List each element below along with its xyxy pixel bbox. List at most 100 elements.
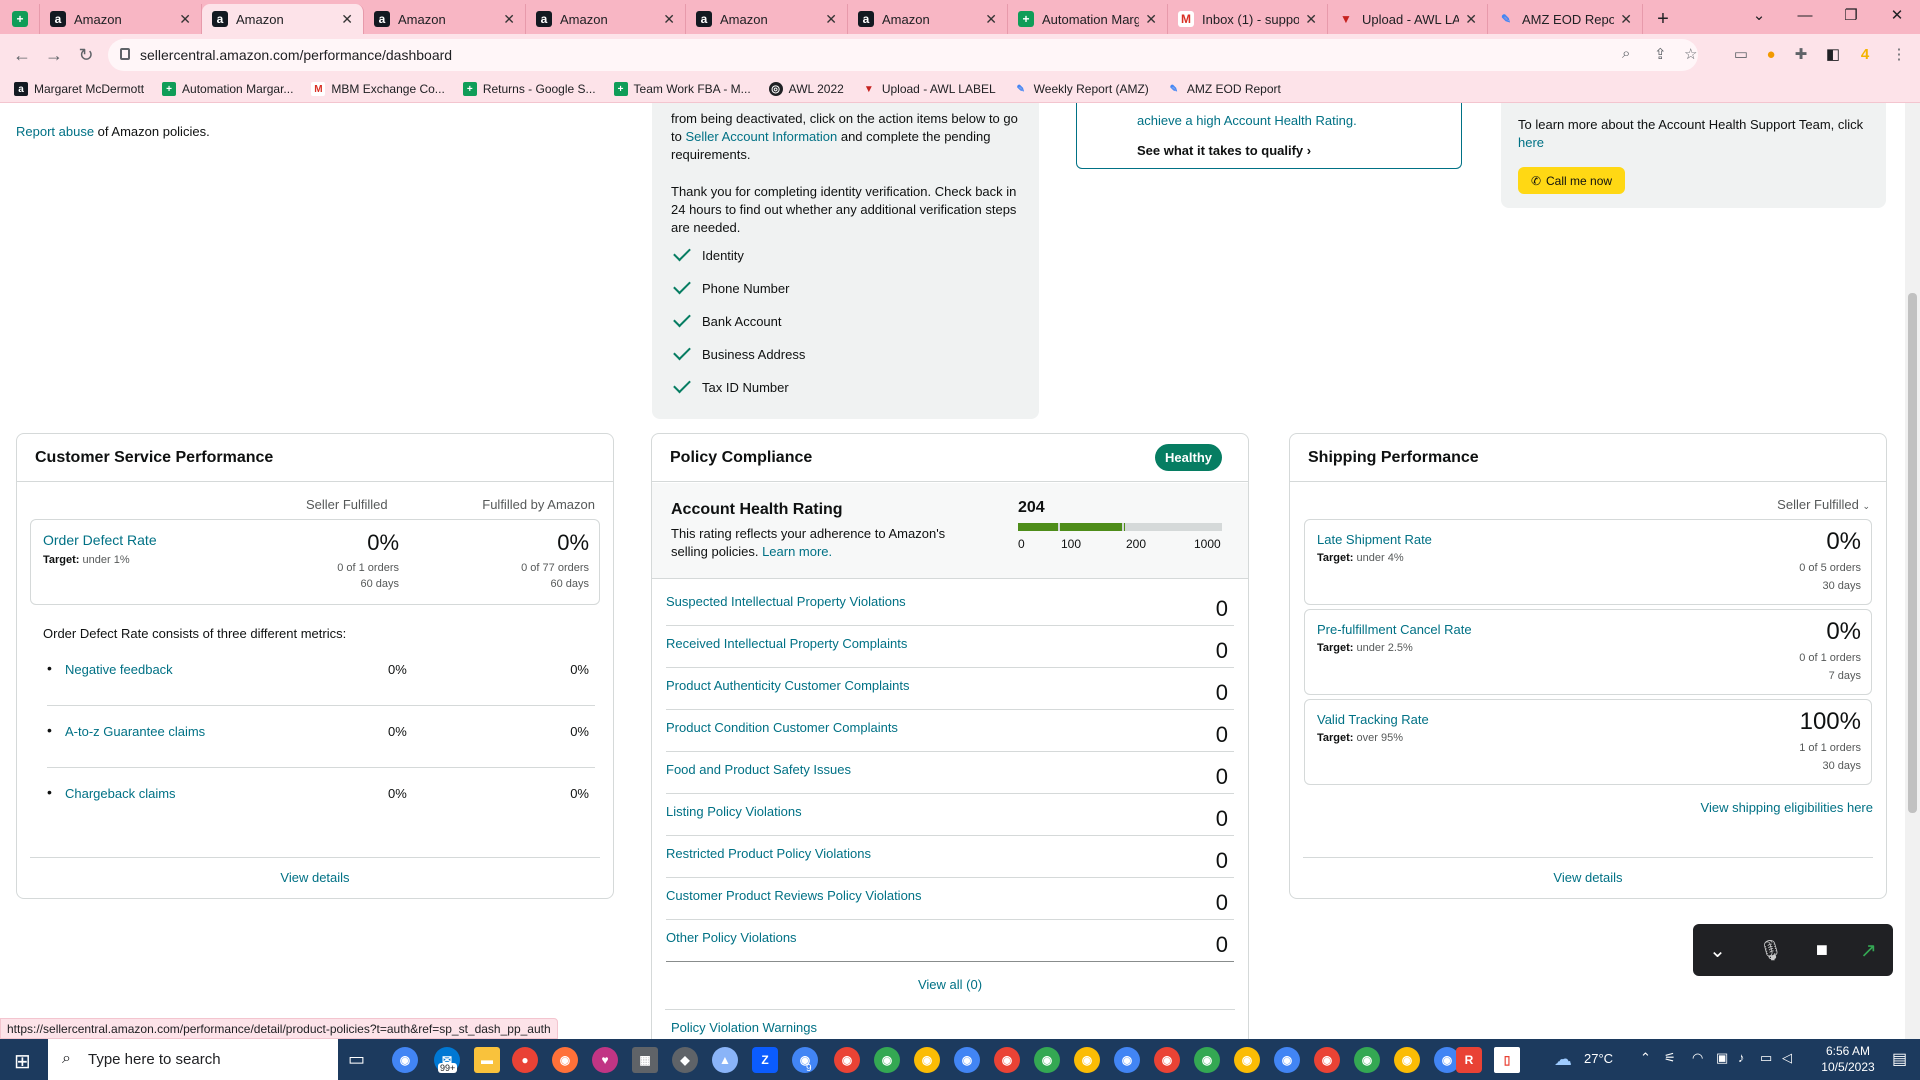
close-icon[interactable]: ✕ [1620,11,1632,28]
forward-icon[interactable]: → [38,39,70,71]
bookmark-automation[interactable]: + Automation Margar... [162,82,293,96]
tab-amazon-6[interactable]: a Amazon ✕ [848,4,1008,34]
tab-amazon-4[interactable]: a Amazon ✕ [526,4,686,34]
close-window-button[interactable]: ✕ [1874,0,1920,30]
close-icon[interactable]: ✕ [985,11,997,28]
page-scrollbar[interactable] [1905,103,1920,1039]
popout-icon[interactable]: ↗ [1860,938,1877,963]
windows-start-icon[interactable]: ⊞ [14,1049,31,1074]
app-icon[interactable]: ● [512,1047,538,1073]
chrome-icon[interactable]: ◉ [1034,1047,1060,1073]
tab-automation[interactable]: + Automation Marg ✕ [1008,4,1168,34]
calculator-icon[interactable]: ▦ [632,1047,658,1073]
wifi-icon[interactable]: ◠ [1692,1050,1703,1066]
chrome-icon[interactable]: ◉ [1354,1047,1380,1073]
url-bar[interactable]: sellercentral.amazon.com/performance/das… [108,39,1698,71]
weather-icon[interactable]: ☁ [1554,1049,1572,1070]
bookmark-mbm[interactable]: M MBM Exchange Co... [311,82,445,96]
tab-amazon-3[interactable]: a Amazon ✕ [364,4,526,34]
chrome-icon[interactable]: ◉ [914,1047,940,1073]
view-all-link[interactable]: View all (0) [652,977,1248,992]
zoom-app-icon[interactable]: Z [752,1047,778,1073]
sp-view-details-link[interactable]: View details [1290,870,1886,885]
taskbar-search[interactable]: ⌕ Type here to search [48,1039,338,1080]
tab-upload[interactable]: ▼ Upload - AWL LA ✕ [1328,4,1488,34]
chrome-icon[interactable]: ◉ [994,1047,1020,1073]
zoom-icon[interactable]: ⌕ [1622,45,1630,62]
tab-amazon-active[interactable]: a Amazon ✕ [202,4,364,34]
policy-row[interactable]: Restricted Product Policy Violations 0 [666,836,1234,878]
learn-more-link[interactable]: Learn more. [762,544,832,559]
task-view-icon[interactable]: ▭ [348,1049,365,1070]
policy-warnings-link[interactable]: Policy Violation Warnings [671,1020,817,1035]
policy-row[interactable]: Food and Product Safety Issues 0 [666,752,1234,794]
app-icon[interactable]: ♥ [592,1047,618,1073]
side-panel-icon[interactable]: ◧ [1822,43,1844,65]
metric-link[interactable]: A-to-z Guarantee claims [65,724,205,739]
document-icon[interactable]: ▯ [1494,1047,1520,1073]
chrome-icon[interactable]: ◉ [1314,1047,1340,1073]
bookmark-awl-2022[interactable]: ◎ AWL 2022 [768,82,844,96]
close-icon[interactable]: ✕ [1305,11,1317,28]
menu-kebab-icon[interactable]: ⋮ [1888,43,1910,65]
volume-icon[interactable]: ◁ [1782,1050,1792,1066]
network-icon[interactable]: ⚟ [1664,1050,1676,1066]
reload-icon[interactable]: ↻ [70,39,102,71]
camera-icon[interactable]: ■ [1816,939,1828,962]
chevron-up-icon[interactable]: ⌃ [1640,1050,1651,1066]
camera-tray-icon[interactable]: ▣ [1716,1050,1728,1066]
close-icon[interactable]: ✕ [1465,11,1477,28]
shipping-eligibilities-link[interactable]: View shipping eligibilities here [1701,800,1873,815]
clock[interactable]: 6:56 AM 10/5/2023 [1808,1043,1888,1075]
scrollbar-thumb[interactable] [1908,293,1917,813]
report-abuse-link[interactable]: Report abuse [16,124,94,139]
chrome-icon[interactable]: ◉ [1274,1047,1300,1073]
chrome-icon[interactable]: ◉ [1194,1047,1220,1073]
firefox-icon[interactable]: ◉ [552,1047,578,1073]
chrome-icon[interactable]: ◉ [1234,1047,1260,1073]
policy-row[interactable]: Listing Policy Violations 0 [666,794,1234,836]
chrome-icon[interactable]: ◉ [954,1047,980,1073]
chrome-icon[interactable]: ◉ [874,1047,900,1073]
chrome-icon[interactable]: ◉ [1114,1047,1140,1073]
policy-row[interactable]: Customer Product Reviews Policy Violatio… [666,878,1234,920]
app-icon[interactable]: R [1456,1047,1482,1073]
close-icon[interactable]: ✕ [503,11,515,28]
chrome-icon[interactable]: ◉ [1074,1047,1100,1073]
close-icon[interactable]: ✕ [341,11,353,28]
seller-fulfilled-dropdown[interactable]: Seller Fulfilled ⌄ [1777,497,1870,512]
chrome-icon[interactable]: ◉ [1394,1047,1420,1073]
policy-row[interactable]: Suspected Intellectual Property Violatio… [666,584,1234,626]
policy-row[interactable]: Product Condition Customer Complaints 0 [666,710,1234,752]
metric-link[interactable]: Negative feedback [65,662,173,677]
chrome-icon[interactable]: ◉ [792,1047,818,1073]
share-icon[interactable]: ⇪ [1654,45,1667,63]
new-tab-button[interactable]: + [1643,4,1683,34]
bookmark-eod[interactable]: ✎ AMZ EOD Report [1167,82,1281,96]
chrome-icon[interactable]: ◉ [392,1047,418,1073]
close-icon[interactable]: ✕ [663,11,675,28]
puzzle-icon[interactable]: ✚ [1790,43,1812,65]
extension-circle-icon[interactable]: ● [1760,43,1782,65]
support-here-link[interactable]: here [1518,135,1544,150]
back-icon[interactable]: ← [6,39,38,71]
policy-row[interactable]: Received Intellectual Property Complaint… [666,626,1234,668]
notifications-icon[interactable]: ▤ [1892,1049,1907,1069]
bookmark-margaret[interactable]: a Margaret McDermott [14,82,144,96]
minimize-button[interactable]: — [1782,0,1828,30]
chrome-icon[interactable]: ◉ [1154,1047,1180,1073]
qualify-link[interactable]: See what it takes to qualify › [1137,143,1311,158]
bookmark-returns[interactable]: + Returns - Google S... [462,82,596,96]
app-icon[interactable]: ▲ [712,1047,738,1073]
odr-link[interactable]: Order Defect Rate [43,532,157,548]
tab-search-icon[interactable]: ⌄ [1736,0,1782,30]
star-icon[interactable]: ☆ [1684,45,1697,63]
call-me-now-button[interactable]: ✆ Call me now [1518,167,1625,194]
battery-icon[interactable]: ▭ [1760,1050,1772,1066]
tab-amazon-5[interactable]: a Amazon ✕ [686,4,848,34]
seller-account-link[interactable]: Seller Account Information [685,129,837,144]
tab-pinned-sheet[interactable]: + [0,4,40,34]
tab-eod-report[interactable]: ✎ AMZ EOD Report ✕ [1488,4,1643,34]
profile-avatar[interactable]: 4 [1854,43,1876,65]
restore-button[interactable]: ❐ [1828,0,1874,30]
